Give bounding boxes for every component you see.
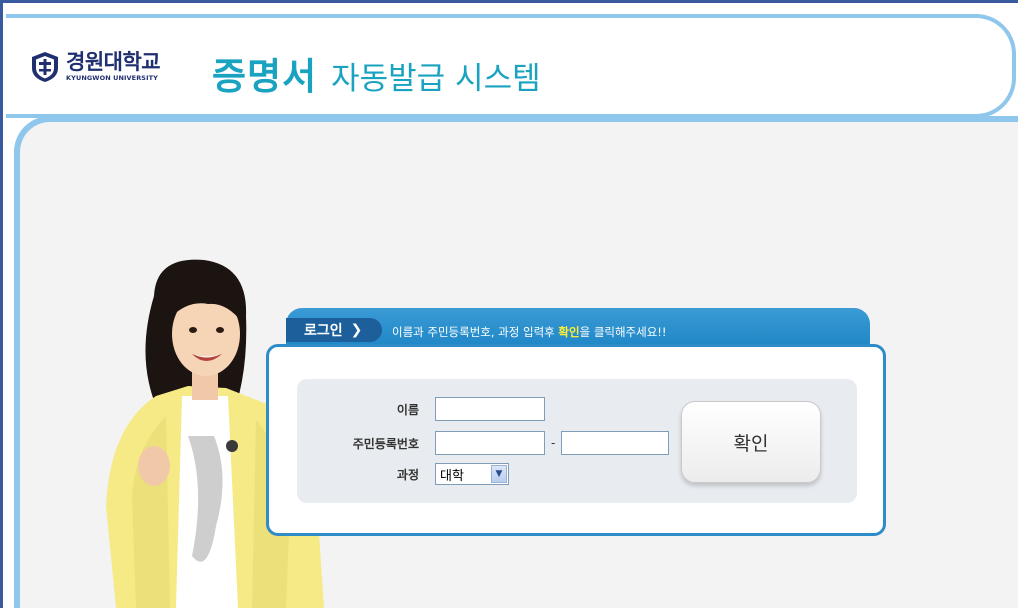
page-title: 증명서 자동발급 시스템 (212, 46, 541, 100)
login-panel: 이름 주민등록번호 - 과정 대학 ▼ 확인 (266, 344, 886, 536)
course-label: 과정 (396, 467, 419, 482)
chevron-right-icon: ❯ (350, 322, 363, 338)
frame-top-border (0, 0, 1018, 3)
university-logo[interactable]: 경원대학교 KYUNGWON UNIVERSITY (28, 50, 161, 84)
login-tab-label: 로그인 ❯ (286, 318, 382, 342)
login-tab-text: 로그인 (304, 323, 343, 339)
name-input[interactable] (435, 397, 545, 421)
rrn-back-input[interactable] (561, 431, 670, 455)
logo-korean-name: 경원대학교 (66, 50, 161, 75)
logo-english-name: KYUNGWON UNIVERSITY (66, 74, 158, 83)
confirm-button[interactable]: 확인 (681, 401, 821, 483)
instruction-text-before: 이름과 주민등록번호, 과정 입력후 (392, 325, 559, 339)
rrn-separator: - (551, 436, 556, 450)
login-tab-header: 로그인 ❯ 이름과 주민등록번호, 과정 입력후 확인을 클릭해주세요!! (286, 308, 870, 348)
rrn-front-input[interactable] (435, 431, 545, 455)
rrn-label: 주민등록번호 (352, 436, 419, 451)
course-selected-value: 대학 (440, 468, 464, 484)
header-banner: 경원대학교 KYUNGWON UNIVERSITY 증명서 자동발급 시스템 (6, 14, 1016, 118)
name-label: 이름 (396, 402, 419, 417)
chevron-down-icon[interactable]: ▼ (491, 465, 507, 483)
frame-left-border (0, 0, 3, 608)
login-form: 이름 주민등록번호 - 과정 대학 ▼ 확인 (297, 379, 857, 503)
title-sub: 자동발급 시스템 (331, 61, 541, 97)
login-instruction: 이름과 주민등록번호, 과정 입력후 확인을 클릭해주세요!! (392, 324, 667, 340)
course-select[interactable]: 대학 ▼ (435, 463, 509, 485)
instruction-text-after: 을 클릭해주세요!! (579, 325, 667, 339)
university-seal-icon (28, 50, 62, 84)
title-main: 증명서 (212, 55, 318, 98)
instruction-highlight: 확인 (558, 325, 580, 339)
